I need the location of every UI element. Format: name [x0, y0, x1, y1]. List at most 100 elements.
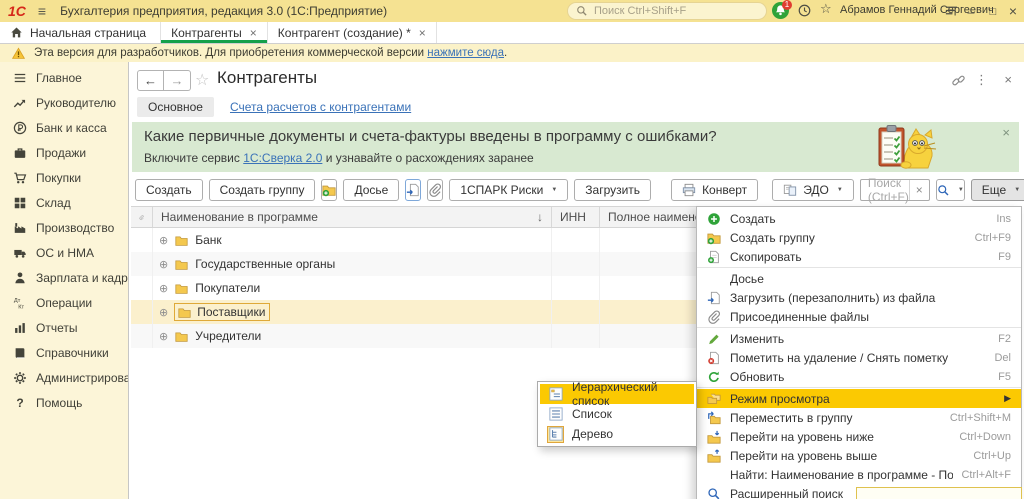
- sverka-link[interactable]: 1С:Сверка 2.0: [243, 151, 322, 165]
- sidebar-item-otchety[interactable]: Отчеты: [0, 315, 128, 340]
- spark-risks-button[interactable]: 1СПАРК Риски: [449, 179, 568, 201]
- window-minimize-button[interactable]: [962, 0, 980, 22]
- forward-button[interactable]: [164, 70, 191, 91]
- create-button[interactable]: Создать: [135, 179, 203, 201]
- col-attach[interactable]: [131, 207, 153, 227]
- menu-item-mark-delete[interactable]: Пометить на удаление / Снять пометкуDel: [697, 348, 1021, 367]
- tab-osnovnoe[interactable]: Основное: [137, 97, 214, 117]
- sidebar-item-zarplata[interactable]: Зарплата и кадры: [0, 265, 128, 290]
- expand-icon[interactable]: [159, 330, 168, 343]
- create-group-icon-button[interactable]: [321, 179, 337, 201]
- paperclip-icon: [139, 211, 144, 224]
- sidebar-item-glavnoe[interactable]: Главное: [0, 65, 128, 90]
- menu-item-edit[interactable]: ИзменитьF2: [697, 329, 1021, 348]
- menu-item-level-up[interactable]: Перейти на уровень вышеCtrl+Up: [697, 446, 1021, 465]
- favorites-icon[interactable]: [820, 1, 832, 17]
- paperclip-icon: [707, 310, 721, 324]
- menu-item-refresh[interactable]: ОбновитьF5: [697, 367, 1021, 386]
- history-icon[interactable]: [797, 3, 812, 18]
- expand-icon[interactable]: [159, 234, 168, 247]
- sidebar-item-prodazhi[interactable]: Продажи: [0, 140, 128, 165]
- tab-kontragenty[interactable]: Контрагенты: [161, 22, 268, 43]
- history-nav: [137, 70, 191, 91]
- add-favorite-star-icon[interactable]: [195, 70, 209, 90]
- doc-arrow-icon: [707, 291, 721, 305]
- book-icon: [13, 346, 27, 360]
- submenu-item-hierarchical-list[interactable]: Иерархический список: [540, 384, 694, 404]
- col-name[interactable]: Наименование в программе: [153, 207, 552, 227]
- sidebar-item-operacii[interactable]: Операции: [0, 290, 128, 315]
- list-search-placeholder: Поиск (Ctrl+F): [868, 176, 909, 204]
- main-menu-icon[interactable]: [38, 3, 46, 19]
- sidebar-item-sklad[interactable]: Склад: [0, 190, 128, 215]
- tab-kontragent-create[interactable]: Контрагент (создание) *: [268, 22, 437, 43]
- tab-home[interactable]: Начальная страница: [0, 22, 161, 43]
- menu-item-find[interactable]: Найти: Наименование в программе - Постав…: [697, 465, 1021, 484]
- sidebar-item-pomosch[interactable]: ?Помощь: [0, 390, 128, 415]
- more-button[interactable]: Еще: [971, 179, 1024, 201]
- window-maximize-button[interactable]: [984, 0, 1002, 22]
- open-windows-tabbar: Начальная страница Контрагенты Контраген…: [0, 22, 1024, 44]
- submenu-item-tree[interactable]: Дерево: [540, 424, 694, 444]
- menu-item-copy[interactable]: СкопироватьF9: [697, 247, 1021, 266]
- edo-button[interactable]: ЭДО: [772, 179, 854, 201]
- form-close-icon[interactable]: [1004, 72, 1012, 87]
- clear-search-icon[interactable]: [909, 180, 929, 200]
- tab-close-icon[interactable]: [419, 26, 426, 40]
- menu-item-attached-files[interactable]: Присоединенные файлы: [697, 307, 1021, 326]
- search-button[interactable]: [936, 179, 965, 201]
- selected-cell-box: Поставщики: [174, 303, 270, 321]
- attached-files-button[interactable]: [427, 179, 443, 201]
- get-link-icon[interactable]: [951, 72, 966, 88]
- dropdown-caret-icon: [1014, 187, 1020, 193]
- load-from-file-button[interactable]: [405, 179, 421, 201]
- tooltip-fragment: [856, 487, 1022, 499]
- menu-item-move-to-group[interactable]: Переместить в группуCtrl+Shift+M: [697, 408, 1021, 427]
- global-search-input[interactable]: Поиск Ctrl+Shift+F: [567, 2, 767, 20]
- folder-icon: [174, 234, 189, 247]
- notifications-button[interactable]: 1: [772, 2, 792, 20]
- dropdown-caret-icon: [958, 187, 964, 193]
- folder-icon: [174, 258, 189, 271]
- load-button[interactable]: Загрузить: [574, 179, 651, 201]
- refresh-icon: [707, 370, 721, 384]
- menu-item-view-mode[interactable]: Режим просмотра: [697, 389, 1021, 408]
- create-group-button[interactable]: Создать группу: [209, 179, 316, 201]
- sidebar-item-administrirovanie[interactable]: Администрирование: [0, 365, 128, 390]
- help-icon: ?: [13, 396, 27, 410]
- dossier-button[interactable]: Досье: [343, 179, 399, 201]
- folder-plus-icon: [322, 183, 336, 197]
- menu-item-level-down[interactable]: Перейти на уровень нижеCtrl+Down: [697, 427, 1021, 446]
- buy-commercial-link[interactable]: нажмите сюда: [427, 47, 504, 59]
- promo-close-icon[interactable]: [1002, 125, 1010, 140]
- sidebar-item-pokupki[interactable]: Покупки: [0, 165, 128, 190]
- promo-title: Какие первичные документы и счета-фактур…: [144, 128, 717, 145]
- tab-accounts-link[interactable]: Счета расчетов с контрагентами: [230, 100, 411, 114]
- back-button[interactable]: [137, 70, 164, 91]
- menu-lines-icon: [13, 71, 27, 85]
- move-group-icon: [707, 411, 721, 425]
- expand-icon[interactable]: [159, 282, 168, 295]
- menu-item-dossier[interactable]: Досье: [697, 269, 1021, 288]
- list-search-input[interactable]: Поиск (Ctrl+F): [860, 179, 930, 201]
- sidebar-item-os-nma[interactable]: ОС и НМА: [0, 240, 128, 265]
- expand-icon[interactable]: [159, 258, 168, 271]
- menu-item-load-from-file[interactable]: Загрузить (перезаполнить) из файла: [697, 288, 1021, 307]
- menu-item-create[interactable]: СоздатьIns: [697, 209, 1021, 228]
- form-more-icon[interactable]: [975, 72, 988, 88]
- envelope-button[interactable]: Конверт: [671, 179, 758, 201]
- warning-icon: [12, 47, 25, 60]
- global-search-placeholder: Поиск Ctrl+Shift+F: [594, 5, 686, 17]
- sidebar-item-proizvodstvo[interactable]: Производство: [0, 215, 128, 240]
- sidebar-item-bank-kassa[interactable]: Банк и касса: [0, 115, 128, 140]
- menu-item-create-group[interactable]: Создать группуCtrl+F9: [697, 228, 1021, 247]
- col-inn[interactable]: ИНН: [552, 207, 600, 227]
- folder-up-icon: [707, 449, 721, 463]
- expand-icon[interactable]: [159, 306, 168, 319]
- dev-banner-text: Эта версия для разработчиков. Для приобр…: [34, 47, 424, 59]
- tab-close-icon[interactable]: [250, 26, 257, 40]
- window-close-button[interactable]: [1004, 0, 1022, 22]
- service-menu-icon[interactable]: [944, 3, 959, 18]
- sidebar-item-spravochniki[interactable]: Справочники: [0, 340, 128, 365]
- sidebar-item-rukovoditelyu[interactable]: Руководителю: [0, 90, 128, 115]
